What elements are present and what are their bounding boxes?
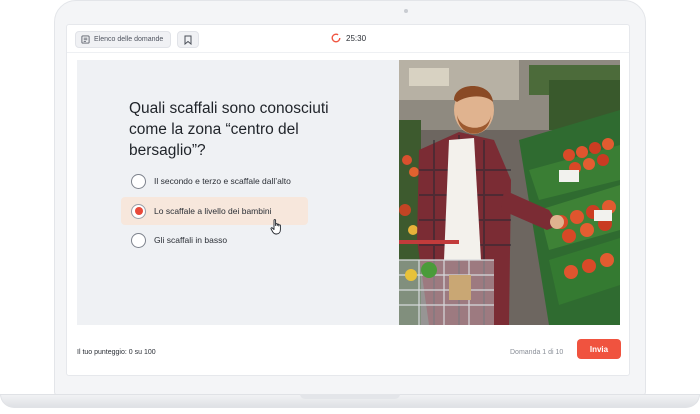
laptop-notch: [300, 394, 400, 399]
camera-dot: [404, 9, 408, 13]
radio-button[interactable]: [131, 173, 146, 189]
bookmark-button[interactable]: [177, 31, 199, 48]
question-text: Quali scaffali sono conosciuti come la z…: [129, 100, 329, 159]
hand-cursor-icon: [270, 219, 281, 235]
answer-option-label: Lo scaffale a livello dei bambini: [154, 206, 272, 216]
question-panel: Quali scaffali sono conosciuti come la z…: [77, 60, 620, 325]
question-counter: Domanda 1 di 10: [510, 349, 564, 356]
radio-button-checked[interactable]: [131, 203, 146, 219]
answer-option-label: Il secondo e terzo e scaffale dall’alto: [154, 176, 291, 186]
timer-icon: [331, 33, 341, 43]
answer-option-label: Gli scaffali in basso: [154, 235, 228, 245]
questions-list-button[interactable]: Elenco delle domande: [75, 31, 172, 48]
bookmark-icon: [184, 35, 192, 45]
timer-value: 25:30: [346, 33, 367, 43]
footer: Il tuo punteggio: 0 su 100 Domanda 1 di …: [67, 331, 629, 377]
quiz-screen: Elenco delle domande 25:30 Quali scaffal…: [66, 24, 630, 376]
submit-button[interactable]: Invia: [577, 339, 621, 359]
top-bar: Elenco delle domande 25:30: [67, 25, 629, 53]
answer-option-3[interactable]: Gli scaffali in basso: [121, 226, 227, 254]
questions-list-label: Elenco delle domande: [94, 36, 164, 43]
score-text: Il tuo punteggio: 0 su 100: [77, 349, 156, 356]
supermarket-photo: [399, 60, 620, 325]
radio-dot: [134, 207, 143, 215]
list-icon: [81, 35, 90, 44]
timer: 25:30: [331, 33, 366, 43]
radio-button[interactable]: [131, 232, 146, 248]
answer-option-1[interactable]: Il secondo e terzo e scaffale dall’alto: [121, 167, 291, 195]
